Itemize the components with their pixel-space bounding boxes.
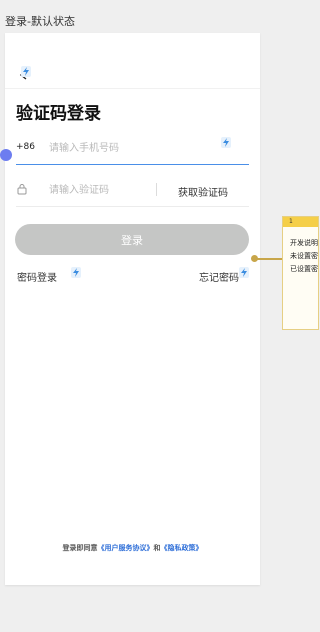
agreement-and: 和 [153, 544, 161, 552]
phone-screen: 验证码登录 +86 获取验证码 登录 密码登录 忘记密码 登录即同意《用户服务协… [0, 33, 260, 585]
field-divider [156, 183, 157, 196]
bolt-icon[interactable] [239, 267, 249, 278]
user-agreement-link[interactable]: 《用户服务协议》 [98, 544, 154, 552]
forgot-password-link[interactable]: 忘记密码 [199, 269, 239, 284]
country-code-prefix[interactable]: +86 [16, 142, 35, 152]
verification-code-row: 获取验证码 [16, 173, 249, 207]
note-line: 开发说明 [290, 239, 318, 247]
annotation-anchor-dot[interactable] [0, 149, 12, 161]
bolt-icon[interactable] [21, 66, 31, 77]
note-line: 已设置密 [290, 265, 318, 273]
get-code-button[interactable]: 获取验证码 [178, 184, 228, 199]
phone-number-row: +86 [16, 131, 249, 165]
note-connector-line [256, 258, 284, 260]
agreement-prefix: 登录即同意 [62, 544, 98, 552]
verification-code-input[interactable] [49, 180, 149, 200]
agreement-text: 登录即同意《用户服务协议》和《隐私政策》 [5, 543, 260, 553]
login-button[interactable]: 登录 [15, 224, 249, 255]
frame-title: 登录-默认状态 [5, 15, 75, 28]
page-title: 验证码登录 [16, 104, 101, 124]
privacy-policy-link[interactable]: 《隐私政策》 [161, 544, 203, 552]
lock-icon [17, 184, 27, 195]
bolt-icon[interactable] [71, 267, 81, 278]
note-index: 1 [283, 217, 318, 227]
password-login-link[interactable]: 密码登录 [17, 269, 57, 284]
bolt-icon[interactable] [221, 137, 231, 148]
top-nav-bar [5, 33, 260, 89]
note-line: 未设置密 [290, 252, 318, 260]
phone-number-input[interactable] [49, 138, 209, 158]
dev-note-card[interactable]: 1 开发说明 未设置密 已设置密 [282, 216, 319, 330]
